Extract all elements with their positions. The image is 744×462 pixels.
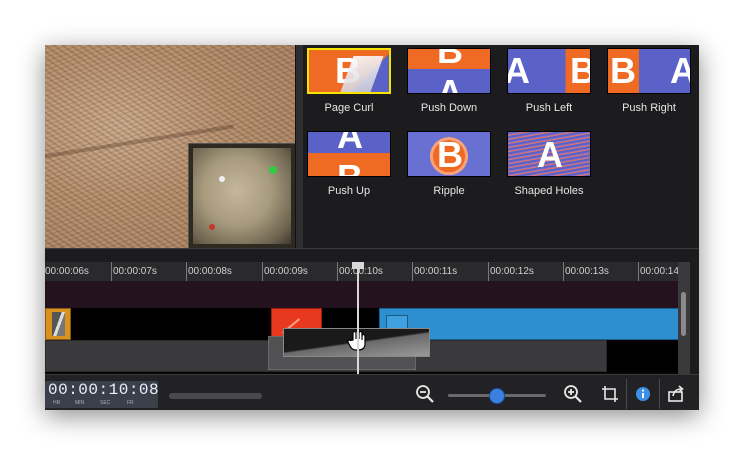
transition-label: Ripple: [433, 185, 465, 197]
transition-shaped-holes[interactable]: A Shaped Holes: [507, 131, 591, 197]
transition-thumb: A B: [507, 48, 591, 94]
timecode-hr-label: HR: [53, 400, 61, 406]
transition-thumb: B: [407, 131, 491, 177]
ruler-tick-label: 00:00:12s: [490, 266, 534, 277]
minimap-marker-green: [269, 166, 277, 174]
timecode-fr-label: FR: [127, 400, 134, 406]
transition-label: Shaped Holes: [514, 185, 584, 197]
video-clip-left[interactable]: [45, 308, 71, 340]
clip-thumbnail: [52, 312, 65, 336]
zoom-slider[interactable]: [448, 388, 546, 404]
transition-ripple[interactable]: B Ripple: [407, 131, 491, 197]
minimap-marker-red: [209, 224, 215, 230]
transition-label: Push Left: [525, 102, 573, 114]
timeline[interactable]: 00:00:06s 00:00:07s 00:00:08s 00:00:09s …: [45, 262, 690, 374]
minimap-overlay: [188, 143, 295, 248]
bottom-toolbar: 00:00:10:08 HR MIN SEC FR: [45, 374, 699, 410]
playhead[interactable]: [352, 262, 364, 374]
transition-thumb: B A: [407, 48, 491, 94]
transition-push-left[interactable]: A B Push Left: [507, 48, 591, 114]
zoom-in-icon[interactable]: [563, 384, 583, 404]
info-icon[interactable]: [633, 384, 653, 404]
transition-thumb: B A: [607, 48, 691, 94]
zoom-slider-handle[interactable]: [489, 388, 505, 404]
zoom-out-icon[interactable]: [415, 384, 435, 404]
video-preview: [45, 45, 295, 248]
panel-divider[interactable]: [45, 248, 699, 263]
timecode-value: 00:00:10:08: [48, 381, 160, 399]
timeline-scrollbar[interactable]: [678, 262, 690, 374]
share-icon[interactable]: [666, 384, 686, 404]
track-overlay[interactable]: [45, 281, 690, 308]
ruler-tick-label: 00:00:06s: [45, 266, 89, 277]
transition-thumb: A: [507, 131, 591, 177]
scrollbar-thumb[interactable]: [681, 292, 686, 336]
timecode-sec-label: SEC: [100, 400, 111, 406]
toolbar-separator: [659, 379, 660, 409]
transition-label: Push Right: [622, 102, 676, 114]
ruler-tick-label: 00:00:09s: [264, 266, 308, 277]
app-window: B Page Curl B A Push Down A B Push Left: [45, 45, 699, 410]
transition-thumb: A B: [307, 131, 391, 177]
crop-icon[interactable]: [600, 384, 620, 404]
toolbar-separator: [626, 379, 627, 409]
timecode-display[interactable]: 00:00:10:08 HR MIN SEC FR: [45, 381, 160, 408]
transition-page-curl[interactable]: B Page Curl: [307, 48, 391, 114]
scrub-bar[interactable]: [169, 393, 262, 399]
transition-label: Page Curl: [324, 102, 374, 114]
transition-push-up[interactable]: A B Push Up: [307, 131, 391, 197]
transitions-panel: B Page Curl B A Push Down A B Push Left: [303, 45, 699, 248]
transition-thumb: B: [307, 48, 391, 94]
ruler-tick-label: 00:00:07s: [113, 266, 157, 277]
timecode-min-label: MIN: [75, 400, 85, 406]
minimap-marker-white: [219, 176, 225, 182]
time-ruler[interactable]: 00:00:06s 00:00:07s 00:00:08s 00:00:09s …: [45, 262, 690, 281]
ruler-tick-label: 00:00:13s: [565, 266, 609, 277]
transition-label: Push Down: [420, 102, 478, 114]
ruler-tick-label: 00:00:08s: [188, 266, 232, 277]
transition-push-right[interactable]: B A Push Right: [607, 48, 691, 114]
ruler-tick-label: 00:00:11s: [414, 266, 458, 277]
transition-label: Push Up: [327, 185, 371, 197]
transition-push-down[interactable]: B A Push Down: [407, 48, 491, 114]
